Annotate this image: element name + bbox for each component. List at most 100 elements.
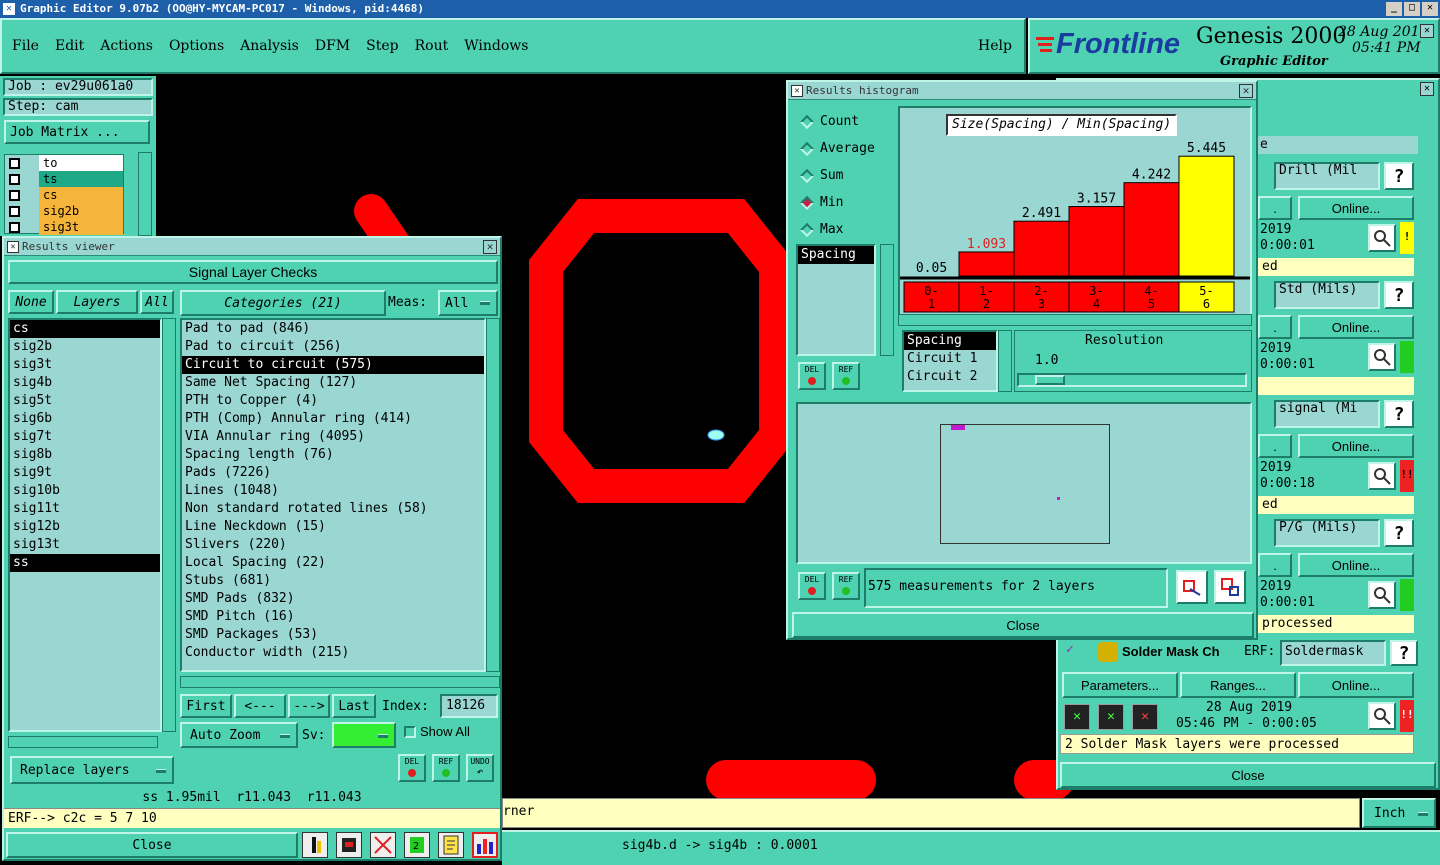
layers-scrollbar-v[interactable] [162, 318, 176, 732]
layer-checkbox-icon[interactable] [9, 158, 20, 169]
histogram-bar[interactable] [1013, 220, 1070, 277]
online-button[interactable]: Online... [1298, 553, 1414, 577]
field-list-item[interactable]: Spacing [904, 332, 996, 350]
menu-dfm[interactable]: DFM [315, 38, 350, 54]
category-list-item[interactable]: SMD Packages (53) [182, 626, 484, 644]
layer-list-item[interactable]: sig7t [10, 428, 160, 446]
zoom-icon[interactable] [1368, 224, 1396, 252]
mode-radio-sum[interactable]: Sum [799, 168, 843, 188]
job-matrix-button[interactable]: Job Matrix ... [4, 120, 150, 144]
layer-list-item[interactable]: sig9t [10, 464, 160, 482]
menu-file[interactable]: File [12, 38, 39, 54]
slider-thumb[interactable] [1035, 375, 1065, 385]
category-list-item[interactable]: Circuit to circuit (575) [182, 356, 484, 374]
layer-row[interactable]: cs [5, 187, 123, 203]
category-list-item[interactable]: Stubs (681) [182, 572, 484, 590]
layers-button[interactable]: Layers [56, 290, 138, 314]
category-list-item[interactable]: Conductor width (215) [182, 644, 484, 662]
categories-button[interactable]: Categories (21) [180, 290, 386, 316]
category-list-item[interactable]: Pad to circuit (256) [182, 338, 484, 356]
layer-list-item[interactable]: sig2b [10, 338, 160, 356]
menu-options[interactable]: Options [169, 38, 224, 54]
layer-list-item[interactable]: sig13t [10, 536, 160, 554]
options-stub-button[interactable]: . [1258, 434, 1292, 458]
first-button[interactable]: First [180, 694, 232, 718]
compare-icon[interactable]: 2 [404, 832, 430, 858]
histogram-bar[interactable] [1123, 182, 1180, 277]
run-selected-icon[interactable]: ✕ [1098, 704, 1124, 730]
prev-button[interactable]: <--- [234, 694, 286, 718]
layer-list-item[interactable]: ss [10, 554, 160, 572]
histogram-bar[interactable] [958, 251, 1015, 277]
delete-icon[interactable] [336, 832, 362, 858]
auto-zoom-select[interactable]: Auto Zoom [180, 722, 298, 748]
layer-checkbox-icon[interactable] [9, 206, 20, 217]
layer-list-item[interactable]: sig10b [10, 482, 160, 500]
online-button[interactable]: Online... [1298, 434, 1414, 458]
help-question-icon[interactable]: ? [1390, 640, 1418, 666]
none-button[interactable]: None [8, 290, 54, 314]
menu-windows[interactable]: Windows [464, 38, 528, 54]
zoom-area-icon[interactable] [1214, 570, 1246, 604]
hist-ref-button[interactable]: REF [832, 362, 860, 390]
category-list-item[interactable]: SMD Pitch (16) [182, 608, 484, 626]
histogram-icon[interactable] [472, 832, 498, 858]
layer-checkbox-icon[interactable] [9, 174, 20, 185]
help-question-icon[interactable]: ? [1384, 400, 1414, 428]
stop-icon[interactable]: ✕ [1132, 704, 1158, 730]
layer-row[interactable]: ts [5, 171, 123, 187]
del-button[interactable]: DEL [398, 754, 426, 782]
categories-scrollbar-v[interactable] [486, 318, 500, 672]
category-list-item[interactable]: Same Net Spacing (127) [182, 374, 484, 392]
category-list-item[interactable]: Spacing length (76) [182, 446, 484, 464]
mode-radio-count[interactable]: Count [799, 114, 859, 134]
erf-field[interactable]: signal (Mi [1274, 400, 1380, 428]
units-select[interactable]: Inch [1362, 798, 1436, 828]
layer-checkbox-icon[interactable] [9, 222, 20, 233]
next-button[interactable]: ---> [288, 694, 330, 718]
menu-analysis[interactable]: Analysis [240, 38, 299, 54]
options-stub-button[interactable]: . [1258, 553, 1292, 577]
close-icon[interactable]: ✕ [1239, 84, 1253, 98]
menu-rout[interactable]: Rout [415, 38, 449, 54]
category-list-item[interactable]: Line Neckdown (15) [182, 518, 484, 536]
minimize-button[interactable]: _ [1386, 2, 1402, 16]
layer-row[interactable]: sig2b [5, 203, 123, 219]
run-icon[interactable]: ✕ [1064, 704, 1090, 730]
layer-checkbox-icon[interactable] [9, 190, 20, 201]
layer-list-item[interactable]: sig3t [10, 356, 160, 374]
close-window-button[interactable]: ✕ [1422, 2, 1438, 16]
category-list-item[interactable]: Non standard rotated lines (58) [182, 500, 484, 518]
erf-field[interactable]: P/G (Mils) [1274, 519, 1380, 547]
value-list-scrollbar[interactable] [880, 244, 894, 356]
parameters-button[interactable]: Parameters... [1062, 672, 1178, 698]
zoom-icon[interactable] [1368, 581, 1396, 609]
ref-button[interactable]: REF [432, 754, 460, 782]
mode-radio-max[interactable]: Max [799, 222, 843, 242]
last-button[interactable]: Last [332, 694, 376, 718]
index-field[interactable]: 18126 [440, 694, 498, 718]
layer-icon[interactable] [302, 832, 328, 858]
layer-list-item[interactable]: sig5t [10, 392, 160, 410]
results-viewer-close-button[interactable]: Close [6, 832, 298, 858]
category-list-item[interactable]: SMD Pads (832) [182, 590, 484, 608]
menu-edit[interactable]: Edit [55, 38, 84, 54]
hist-del-button-2[interactable]: DEL [798, 572, 826, 600]
histogram-bar[interactable] [1068, 206, 1125, 277]
category-list-item[interactable]: Pads (7226) [182, 464, 484, 482]
checklist-close-button[interactable]: Close [1060, 762, 1436, 788]
layer-row[interactable]: sig3t [5, 219, 123, 235]
erf-field[interactable]: Drill (Mil [1274, 162, 1380, 190]
options-stub-button[interactable]: . [1258, 315, 1292, 339]
show-all-checkbox[interactable] [404, 726, 416, 738]
all-layers-button[interactable]: All [140, 290, 174, 314]
solder-mask-erf[interactable]: Soldermask [1280, 640, 1386, 666]
field-list-item[interactable]: Circuit 1 [904, 350, 996, 368]
help-question-icon[interactable]: ? [1384, 519, 1414, 547]
layer-list-item[interactable]: sig4b [10, 374, 160, 392]
report-icon[interactable] [438, 832, 464, 858]
category-list-item[interactable]: Pad to pad (846) [182, 320, 484, 338]
categories-scrollbar-h[interactable] [180, 676, 500, 688]
histogram-bar[interactable] [1178, 155, 1235, 277]
meas-select[interactable]: All [438, 290, 498, 316]
